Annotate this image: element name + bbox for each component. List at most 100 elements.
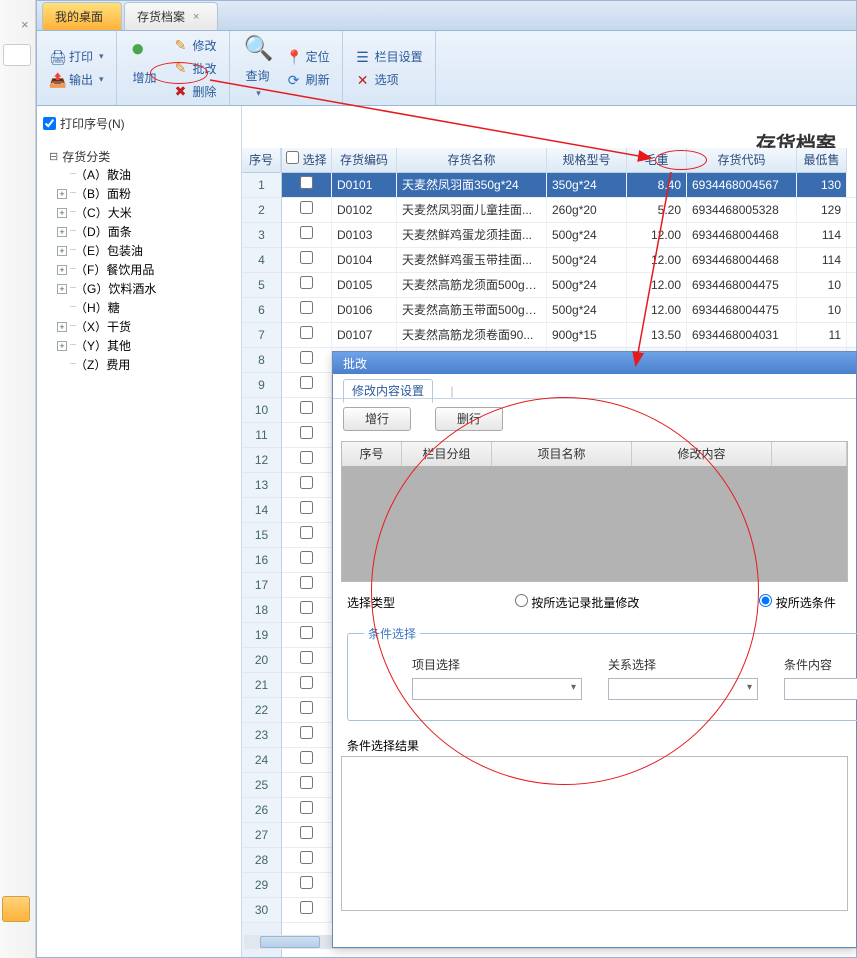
row-index[interactable]: 26 <box>242 798 281 823</box>
tree-item[interactable]: +┈（C）大米 <box>57 203 237 222</box>
sidebar-bottom-button[interactable] <box>2 896 30 922</box>
locate-button[interactable]: 📍 定位 <box>280 45 336 68</box>
row-checkbox[interactable] <box>300 676 313 689</box>
tab-inventory[interactable]: 存货档案 × <box>124 2 218 30</box>
sidebar-close-icon[interactable]: × <box>21 17 29 32</box>
row-index[interactable]: 20 <box>242 648 281 673</box>
condition-item-select[interactable] <box>412 678 582 700</box>
expand-icon[interactable]: + <box>57 341 67 351</box>
row-index[interactable]: 28 <box>242 848 281 873</box>
table-row[interactable]: D0101 天麦然凤羽面350g*24 350g*24 8.40 6934468… <box>282 173 856 198</box>
expand-icon[interactable]: + <box>57 189 67 199</box>
condition-result-box[interactable] <box>341 756 848 911</box>
row-index[interactable]: 1 <box>242 173 281 198</box>
row-index[interactable]: 5 <box>242 273 281 298</box>
col-header-name[interactable]: 存货名称 <box>397 148 547 173</box>
row-checkbox[interactable] <box>300 501 313 514</box>
tree-item[interactable]: +┈（Y）其他 <box>57 336 237 355</box>
delete-button[interactable]: ✖ 删除 <box>167 80 223 103</box>
batch-edit-button[interactable]: ✎ 批改 <box>167 57 223 80</box>
row-index[interactable]: 18 <box>242 598 281 623</box>
collapse-icon[interactable]: ⊟ <box>49 150 58 163</box>
expand-icon[interactable]: + <box>57 265 67 275</box>
print-seq-option[interactable]: 打印序号(N) <box>41 112 237 134</box>
row-checkbox[interactable] <box>300 526 313 539</box>
table-row[interactable]: D0103 天麦然鲜鸡蛋龙须挂面... 500g*24 12.00 693446… <box>282 223 856 248</box>
expand-icon[interactable]: + <box>57 208 67 218</box>
row-index[interactable]: 14 <box>242 498 281 523</box>
print-button[interactable]: 🖨 打印 <box>43 45 110 68</box>
row-checkbox[interactable] <box>300 351 313 364</box>
delete-row-button[interactable]: 删行 <box>435 407 503 431</box>
table-row[interactable]: D0104 天麦然鲜鸡蛋玉带挂面... 500g*24 12.00 693446… <box>282 248 856 273</box>
tab-close-icon[interactable]: × <box>193 11 199 23</box>
col-header-grossweight[interactable]: 毛重 <box>627 148 687 173</box>
row-index[interactable]: 19 <box>242 623 281 648</box>
row-checkbox[interactable] <box>300 626 313 639</box>
row-index[interactable]: 12 <box>242 448 281 473</box>
tree-item[interactable]: +┈（X）干货 <box>57 317 237 336</box>
row-checkbox[interactable] <box>300 826 313 839</box>
refresh-button[interactable]: ⟳ 刷新 <box>280 68 336 91</box>
row-index[interactable]: 27 <box>242 823 281 848</box>
row-checkbox[interactable] <box>300 876 313 889</box>
print-seq-checkbox[interactable] <box>43 117 56 130</box>
row-checkbox[interactable] <box>300 901 313 914</box>
tree-item[interactable]: ┈（H）糖 <box>57 298 237 317</box>
sidebar-search-input[interactable] <box>3 44 31 66</box>
row-checkbox[interactable] <box>300 801 313 814</box>
row-index[interactable]: 10 <box>242 398 281 423</box>
row-checkbox[interactable] <box>300 851 313 864</box>
scrollbar-thumb[interactable] <box>260 936 320 948</box>
row-index[interactable]: 11 <box>242 423 281 448</box>
row-checkbox[interactable] <box>300 301 313 314</box>
row-checkbox[interactable] <box>300 701 313 714</box>
dlg-col-seq[interactable]: 序号 <box>342 442 402 466</box>
row-index[interactable]: 4 <box>242 248 281 273</box>
col-header-min[interactable]: 最低售 <box>797 148 847 173</box>
tree-item[interactable]: +┈（B）面粉 <box>57 184 237 203</box>
row-checkbox[interactable] <box>300 726 313 739</box>
row-checkbox[interactable] <box>300 376 313 389</box>
row-checkbox[interactable] <box>300 776 313 789</box>
expand-icon[interactable]: + <box>57 246 67 256</box>
tree-item[interactable]: ┈（Z）费用 <box>57 355 237 374</box>
tree-item[interactable]: +┈（D）面条 <box>57 222 237 241</box>
options-button[interactable]: ✕ 选项 <box>349 68 429 91</box>
row-index[interactable]: 24 <box>242 748 281 773</box>
row-index[interactable]: 29 <box>242 873 281 898</box>
add-button[interactable]: ● 增加 <box>123 35 167 101</box>
row-checkbox[interactable] <box>300 426 313 439</box>
row-index[interactable]: 23 <box>242 723 281 748</box>
row-checkbox[interactable] <box>300 576 313 589</box>
dialog-tab-content[interactable]: 修改内容设置 <box>343 379 433 403</box>
row-index[interactable]: 2 <box>242 198 281 223</box>
row-index[interactable]: 13 <box>242 473 281 498</box>
col-header-select[interactable]: 选择 <box>282 148 332 173</box>
radio-by-condition[interactable]: 按所选条件 <box>759 594 835 611</box>
row-checkbox[interactable] <box>300 276 313 289</box>
row-index[interactable]: 9 <box>242 373 281 398</box>
row-index[interactable]: 17 <box>242 573 281 598</box>
expand-icon[interactable]: + <box>57 284 67 294</box>
row-checkbox[interactable] <box>300 476 313 489</box>
row-index[interactable]: 22 <box>242 698 281 723</box>
row-checkbox[interactable] <box>300 551 313 564</box>
tree-item[interactable]: +┈（F）餐饮用品 <box>57 260 237 279</box>
tree-root[interactable]: ⊟ 存货分类 <box>41 148 237 165</box>
tree-item[interactable]: +┈（E）包装油 <box>57 241 237 260</box>
row-index[interactable]: 25 <box>242 773 281 798</box>
row-index[interactable]: 6 <box>242 298 281 323</box>
tab-desktop[interactable]: 我的桌面 <box>42 2 122 30</box>
tree-item[interactable]: +┈（G）饮料酒水 <box>57 279 237 298</box>
row-index[interactable]: 15 <box>242 523 281 548</box>
expand-icon[interactable]: + <box>57 227 67 237</box>
table-row[interactable]: D0102 天麦然凤羽面儿童挂面... 260g*20 5.20 6934468… <box>282 198 856 223</box>
table-row[interactable]: D0107 天麦然高筋龙须卷面90... 900g*15 13.50 69344… <box>282 323 856 348</box>
expand-icon[interactable]: + <box>57 322 67 332</box>
row-checkbox[interactable] <box>300 601 313 614</box>
row-index[interactable]: 16 <box>242 548 281 573</box>
radio-by-selected[interactable]: 按所选记录批量修改 <box>515 594 639 611</box>
col-header-spec[interactable]: 规格型号 <box>547 148 627 173</box>
row-checkbox[interactable] <box>300 201 313 214</box>
